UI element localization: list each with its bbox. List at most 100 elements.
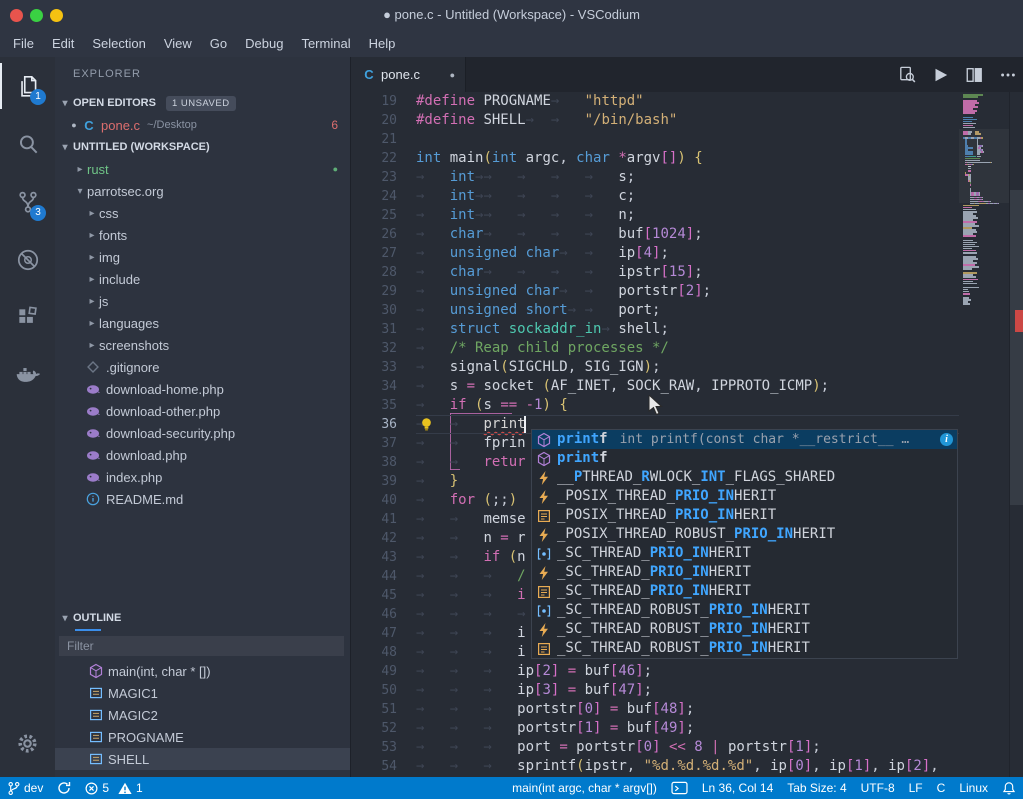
code-line-32[interactable]: 32 → /* Reap child processes */ <box>351 339 1023 358</box>
open-editor-item-pone.c[interactable]: ● C pone.c ~/Desktop 6 <box>55 114 350 136</box>
tree-item-js[interactable]: ▸ js <box>55 290 350 312</box>
tree-item-parrotsec.org[interactable]: ▾ parrotsec.org <box>55 180 350 202</box>
symbol-breadcrumb-item[interactable]: main(int argc, char * argv[]) <box>505 777 664 799</box>
outline-item-MAGIC1[interactable]: MAGIC1 <box>55 682 350 704</box>
activity-search-button[interactable] <box>0 115 55 173</box>
code-line-53[interactable]: 53 → → → port = portstr[0] << 8 | portstr… <box>351 738 1023 757</box>
manage-gear-button[interactable] <box>0 723 55 763</box>
tree-item-index.php[interactable]: index.php <box>55 466 350 488</box>
suggest-row-8[interactable]: _SC_THREAD_PRIO_INHERIT <box>532 582 957 601</box>
activity-extensions-button[interactable] <box>0 289 55 347</box>
code-line-21[interactable]: 21 <box>351 130 1023 149</box>
code-line-28[interactable]: 28 → char→ → → → ipstr[15]; <box>351 263 1023 282</box>
suggest-row-5[interactable]: _POSIX_THREAD_ROBUST_PRIO_INHERIT <box>532 525 957 544</box>
suggest-row-7[interactable]: _SC_THREAD_PRIO_INHERIT <box>532 563 957 582</box>
activity-docker-button[interactable] <box>0 347 55 405</box>
menu-item-selection[interactable]: Selection <box>83 33 154 54</box>
code-line-25[interactable]: 25 → int→→ → → → n; <box>351 206 1023 225</box>
code-line-54[interactable]: 54 → → → sprintf(ipstr, "%d.%d.%d.%d", ip… <box>351 757 1023 776</box>
suggest-row-1[interactable]: printf <box>532 449 957 468</box>
suggest-row-3[interactable]: _POSIX_THREAD_PRIO_INHERIT <box>532 487 957 506</box>
menu-item-terminal[interactable]: Terminal <box>292 33 359 54</box>
suggest-row-6[interactable]: _SC_THREAD_PRIO_INHERIT <box>532 544 957 563</box>
code-line-50[interactable]: 50 → → → ip[3] = buf[47]; <box>351 681 1023 700</box>
tree-item-css[interactable]: ▸ css <box>55 202 350 224</box>
code-line-31[interactable]: 31 → struct sockaddr_in→ shell; <box>351 320 1023 339</box>
tree-item-rust[interactable]: ▸ rust ● <box>55 158 350 180</box>
more-actions-button[interactable] <box>998 65 1018 85</box>
code-line-20[interactable]: 20 #define SHELL→ → "/bin/bash" <box>351 111 1023 130</box>
tree-item-fonts[interactable]: ▸ fonts <box>55 224 350 246</box>
open-editors-header[interactable]: ▾ OPEN EDITORS 1 UNSAVED <box>55 92 350 114</box>
suggest-row-4[interactable]: _POSIX_THREAD_PRIO_INHERIT <box>532 506 957 525</box>
outline-item-main[interactable]: main(int, char * []) <box>55 660 350 682</box>
tree-item-download-security.php[interactable]: download-security.php <box>55 422 350 444</box>
activity-explorer-button[interactable]: 1 <box>0 57 55 115</box>
menu-item-edit[interactable]: Edit <box>43 33 83 54</box>
tree-item-screenshots[interactable]: ▸ screenshots <box>55 334 350 356</box>
tree-item-img[interactable]: ▸ img <box>55 246 350 268</box>
symbol-field-icon <box>88 685 104 701</box>
menu-item-debug[interactable]: Debug <box>236 33 292 54</box>
outline-item-PROGNAME[interactable]: PROGNAME <box>55 726 350 748</box>
modified-dot-icon[interactable]: ● <box>450 70 455 80</box>
eol-item[interactable]: LF <box>902 777 930 799</box>
menu-item-file[interactable]: File <box>4 33 43 54</box>
minimap[interactable] <box>959 92 1009 777</box>
open-preview-button[interactable] <box>896 65 916 85</box>
lightbulb-icon[interactable] <box>419 416 434 432</box>
tree-item-README.md[interactable]: README.md <box>55 488 350 510</box>
code-line-29[interactable]: 29 → unsigned char→ → portstr[2]; <box>351 282 1023 301</box>
code-line-30[interactable]: 30 → unsigned short→ → port; <box>351 301 1023 320</box>
code-line-51[interactable]: 51 → → → portstr[0] = buf[48]; <box>351 700 1023 719</box>
activity-debug-button[interactable] <box>0 231 55 289</box>
tree-item-download.php[interactable]: download.php <box>55 444 350 466</box>
language-mode-item[interactable]: C <box>930 777 953 799</box>
problems-item[interactable]: 5 1 <box>78 777 149 799</box>
tree-item-download-home.php[interactable]: download-home.php <box>55 378 350 400</box>
terminal-button[interactable] <box>664 777 695 799</box>
code-line-26[interactable]: 26 → char→ → → → buf[1024]; <box>351 225 1023 244</box>
code-line-22[interactable]: 22 int main(int argc, char *argv[]) { <box>351 149 1023 168</box>
code-line-19[interactable]: 19 #define PROGNAME→ "httpd" <box>351 92 1023 111</box>
menu-item-view[interactable]: View <box>155 33 201 54</box>
suggest-row-0[interactable]: printf int printf(const char *__restrict_… <box>532 430 957 449</box>
split-editor-button[interactable] <box>964 65 984 85</box>
overview-ruler[interactable] <box>1009 92 1023 777</box>
code-line-34[interactable]: 34 → s = socket (AF_INET, SOCK_RAW, IPPRO… <box>351 377 1023 396</box>
notifications-bell[interactable] <box>995 777 1023 799</box>
code-line-49[interactable]: 49 → → → ip[2] = buf[46]; <box>351 662 1023 681</box>
menu-item-go[interactable]: Go <box>201 33 236 54</box>
tree-item-include[interactable]: ▸ include <box>55 268 350 290</box>
git-branch-item[interactable]: dev <box>0 777 50 799</box>
code-line-24[interactable]: 24 → int→→ → → → c; <box>351 187 1023 206</box>
code-line-33[interactable]: 33 → signal(SIGCHLD, SIG_IGN); <box>351 358 1023 377</box>
suggest-row-2[interactable]: __PTHREAD_RWLOCK_INT_FLAGS_SHARED <box>532 468 957 487</box>
workspace-header[interactable]: ▾ UNTITLED (WORKSPACE) <box>55 136 350 158</box>
suggest-row-11[interactable]: _SC_THREAD_ROBUST_PRIO_INHERIT <box>532 639 957 658</box>
outline-header[interactable]: ▾ OUTLINE <box>55 607 350 629</box>
code-line-35[interactable]: 35 → if (s == -1) { <box>351 396 1023 415</box>
code-line-27[interactable]: 27 → unsigned char→ → ip[4]; <box>351 244 1023 263</box>
tree-item-languages[interactable]: ▸ languages <box>55 312 350 334</box>
scrollbar-slider[interactable] <box>1010 190 1023 505</box>
tree-item-.gitignore[interactable]: .gitignore <box>55 356 350 378</box>
info-icon[interactable]: i <box>940 433 953 446</box>
tab-pone.c[interactable]: C pone.c ● <box>351 57 466 92</box>
activity-source-control-button[interactable]: 3 <box>0 173 55 231</box>
outline-filter-input[interactable] <box>59 639 344 653</box>
cursor-position-item[interactable]: Ln 36, Col 14 <box>695 777 780 799</box>
outline-item-MAGIC2[interactable]: MAGIC2 <box>55 704 350 726</box>
remote-os-item[interactable]: Linux <box>952 777 995 799</box>
outline-item-SHELL[interactable]: SHELL <box>55 748 350 770</box>
suggest-row-9[interactable]: _SC_THREAD_ROBUST_PRIO_INHERIT <box>532 601 957 620</box>
menu-item-help[interactable]: Help <box>360 33 405 54</box>
indentation-item[interactable]: Tab Size: 4 <box>780 777 853 799</box>
encoding-item[interactable]: UTF-8 <box>854 777 902 799</box>
suggest-row-10[interactable]: _SC_THREAD_ROBUST_PRIO_INHERIT <box>532 620 957 639</box>
code-line-52[interactable]: 52 → → → portstr[1] = buf[49]; <box>351 719 1023 738</box>
code-line-23[interactable]: 23 → int→→ → → → s; <box>351 168 1023 187</box>
sync-button[interactable] <box>50 777 78 799</box>
tree-item-download-other.php[interactable]: download-other.php <box>55 400 350 422</box>
run-button[interactable] <box>930 65 950 85</box>
